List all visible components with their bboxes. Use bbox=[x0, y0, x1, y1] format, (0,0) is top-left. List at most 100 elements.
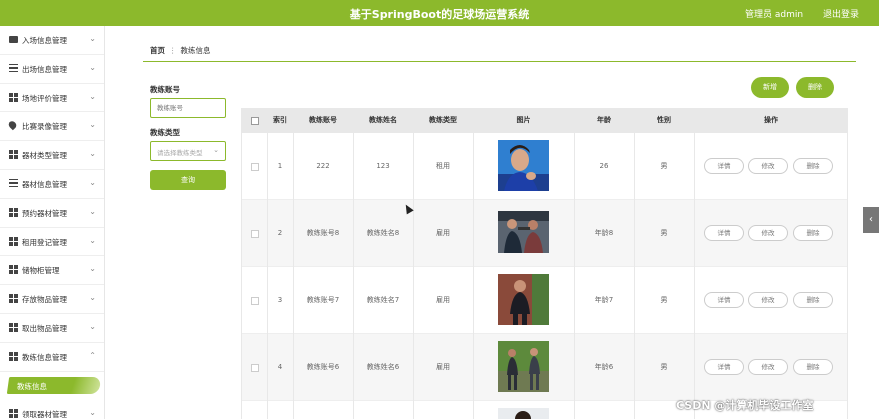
table-row: 4 教练账号6 教练姓名6 雇用 年龄6 男 详情 修改 删除 bbox=[241, 334, 848, 401]
edit-button[interactable]: 修改 bbox=[748, 359, 788, 375]
chevron-up-icon: ⌃ bbox=[89, 350, 96, 360]
cell-account: 教练账号6 bbox=[306, 363, 340, 371]
sidebar-item-match-video[interactable]: 比赛录像管理 ⌄ bbox=[0, 112, 104, 142]
column-divider bbox=[353, 108, 354, 419]
sidebar-item-label: 预约器材管理 bbox=[22, 208, 67, 218]
account-label: 教练账号 bbox=[150, 85, 180, 94]
header-gender: 性别 bbox=[657, 116, 671, 124]
detail-button[interactable]: 详情 bbox=[704, 158, 744, 174]
edit-button[interactable]: 修改 bbox=[748, 292, 788, 308]
cell-index: 2 bbox=[277, 229, 283, 237]
sidebar-item-label: 器材信息管理 bbox=[22, 179, 67, 189]
sidebar-item-store-items[interactable]: 存放物品管理 ⌄ bbox=[0, 285, 104, 314]
query-button[interactable]: 查询 bbox=[150, 170, 226, 190]
header-name: 教练姓名 bbox=[369, 116, 397, 124]
logout-link[interactable]: 退出登录 bbox=[823, 7, 859, 20]
coach-photo[interactable] bbox=[498, 140, 549, 191]
cell-age: 年龄6 bbox=[594, 363, 614, 371]
list-icon bbox=[9, 63, 18, 73]
type-select-placeholder: 请选择教练类型 bbox=[157, 149, 203, 157]
sidebar-item-label: 场地评价管理 bbox=[22, 93, 67, 103]
cell-index: 4 bbox=[277, 363, 283, 371]
grid-icon bbox=[9, 150, 18, 160]
row-checkbox[interactable] bbox=[251, 364, 259, 372]
coach-table: 索引 教练账号 教练姓名 教练类型 图片 年龄 性别 操作 1 222 123 … bbox=[241, 108, 848, 419]
row-checkbox[interactable] bbox=[251, 230, 259, 238]
chevron-down-icon: ⌄ bbox=[89, 120, 96, 130]
type-label: 教练类型 bbox=[150, 128, 180, 137]
coach-photo[interactable] bbox=[498, 211, 549, 253]
sidebar: 入场信息管理 ⌄ 出场信息管理 ⌄ 场地评价管理 ⌄ 比赛录像管理 ⌄ 器材类型… bbox=[0, 26, 105, 419]
row-checkbox[interactable] bbox=[251, 297, 259, 305]
type-select[interactable]: 请选择教练类型 ⌄ bbox=[150, 141, 226, 161]
watermark: CSDN @计算机毕设工作室 bbox=[676, 399, 814, 412]
sidebar-item-exit[interactable]: 出场信息管理 ⌄ bbox=[0, 55, 104, 84]
sliders-icon bbox=[9, 178, 18, 188]
column-divider bbox=[694, 108, 695, 419]
add-button[interactable]: 新增 bbox=[751, 77, 789, 98]
header-account: 教练账号 bbox=[309, 116, 337, 124]
coach-photo[interactable] bbox=[498, 408, 549, 419]
cell-age: 年龄7 bbox=[594, 296, 614, 304]
delete-button[interactable]: 删除 bbox=[793, 292, 833, 308]
sidebar-item-locker[interactable]: 储物柜管理 ⌄ bbox=[0, 256, 104, 286]
sidebar-item-entry[interactable]: 入场信息管理 ⌄ bbox=[0, 26, 104, 55]
chevron-down-icon: ⌄ bbox=[89, 91, 96, 101]
header-image: 图片 bbox=[516, 116, 531, 124]
table-row: 2 教练账号8 教练姓名8 雇用 年龄8 男 详情 修改 删除 bbox=[241, 200, 848, 267]
sidebar-subitem-coach-info[interactable]: 教练信息 bbox=[0, 372, 104, 400]
sidebar-item-rental[interactable]: 租用登记管理 ⌄ bbox=[0, 228, 104, 257]
detail-button[interactable]: 详情 bbox=[704, 225, 744, 241]
column-divider bbox=[293, 108, 294, 419]
breadcrumb: 首页 ⋮ 教练信息 bbox=[150, 45, 211, 56]
delete-button[interactable]: 删除 bbox=[793, 225, 833, 241]
grid-icon bbox=[9, 408, 18, 418]
delete-button[interactable]: 删除 bbox=[793, 158, 833, 174]
cell-gender: 男 bbox=[660, 162, 668, 170]
account-search-input[interactable] bbox=[150, 98, 226, 118]
grid-icon bbox=[9, 92, 18, 102]
chevron-down-icon: ⌄ bbox=[89, 407, 96, 417]
table-header: 索引 教练账号 教练姓名 教练类型 图片 年龄 性别 操作 bbox=[241, 108, 848, 133]
detail-button[interactable]: 详情 bbox=[704, 292, 744, 308]
edit-button[interactable]: 修改 bbox=[748, 158, 788, 174]
select-all-checkbox[interactable] bbox=[251, 117, 259, 125]
column-divider bbox=[267, 108, 268, 419]
cell-type: 雇用 bbox=[436, 296, 450, 304]
grid-icon bbox=[9, 265, 18, 275]
pin-icon bbox=[7, 120, 18, 131]
chevron-down-icon: ⌄ bbox=[89, 206, 96, 216]
cell-type: 雇用 bbox=[436, 363, 450, 371]
grid-icon bbox=[9, 351, 18, 361]
coach-photo[interactable] bbox=[498, 341, 549, 392]
cell-gender: 男 bbox=[660, 363, 668, 371]
sidebar-item-reserve-equipment[interactable]: 预约器材管理 ⌄ bbox=[0, 199, 104, 228]
cell-age: 26 bbox=[599, 162, 609, 170]
row-checkbox[interactable] bbox=[251, 163, 259, 171]
edit-button[interactable]: 修改 bbox=[748, 225, 788, 241]
cell-age: 年龄8 bbox=[594, 229, 614, 237]
sidebar-item-equipment-type[interactable]: 器材类型管理 ⌄ bbox=[0, 141, 104, 170]
breadcrumb-home[interactable]: 首页 bbox=[150, 46, 165, 55]
detail-button[interactable]: 详情 bbox=[704, 359, 744, 375]
sidebar-item-retrieve-items[interactable]: 取出物品管理 ⌄ bbox=[0, 314, 104, 343]
sidebar-item-field-review[interactable]: 场地评价管理 ⌄ bbox=[0, 84, 104, 113]
sidebar-item-coach[interactable]: 教练信息管理 ⌃ bbox=[0, 343, 104, 372]
sidebar-item-collect-equipment[interactable]: 领取器材管理 ⌄ bbox=[0, 400, 104, 419]
batch-delete-button[interactable]: 删除 bbox=[796, 77, 834, 98]
delete-button[interactable]: 删除 bbox=[793, 359, 833, 375]
cell-index: 3 bbox=[277, 296, 283, 304]
breadcrumb-divider bbox=[143, 61, 856, 62]
table-row: 3 教练账号7 教练姓名7 雇用 年龄7 男 详情 修改 删除 bbox=[241, 267, 848, 334]
chevron-left-icon[interactable]: ‹ bbox=[863, 207, 879, 233]
sidebar-item-equipment-info[interactable]: 器材信息管理 ⌄ bbox=[0, 170, 104, 199]
chevron-down-icon: ⌄ bbox=[213, 146, 219, 154]
admin-user-label[interactable]: 管理员 admin bbox=[745, 7, 803, 20]
coach-photo[interactable] bbox=[498, 274, 549, 325]
sidebar-item-label: 比赛录像管理 bbox=[22, 122, 67, 132]
sidebar-item-label: 领取器材管理 bbox=[22, 409, 67, 419]
cell-name: 教练姓名6 bbox=[366, 363, 400, 371]
cell-gender: 男 bbox=[660, 229, 668, 237]
grid-icon bbox=[9, 322, 18, 332]
breadcrumb-separator: ⋮ bbox=[169, 46, 177, 55]
